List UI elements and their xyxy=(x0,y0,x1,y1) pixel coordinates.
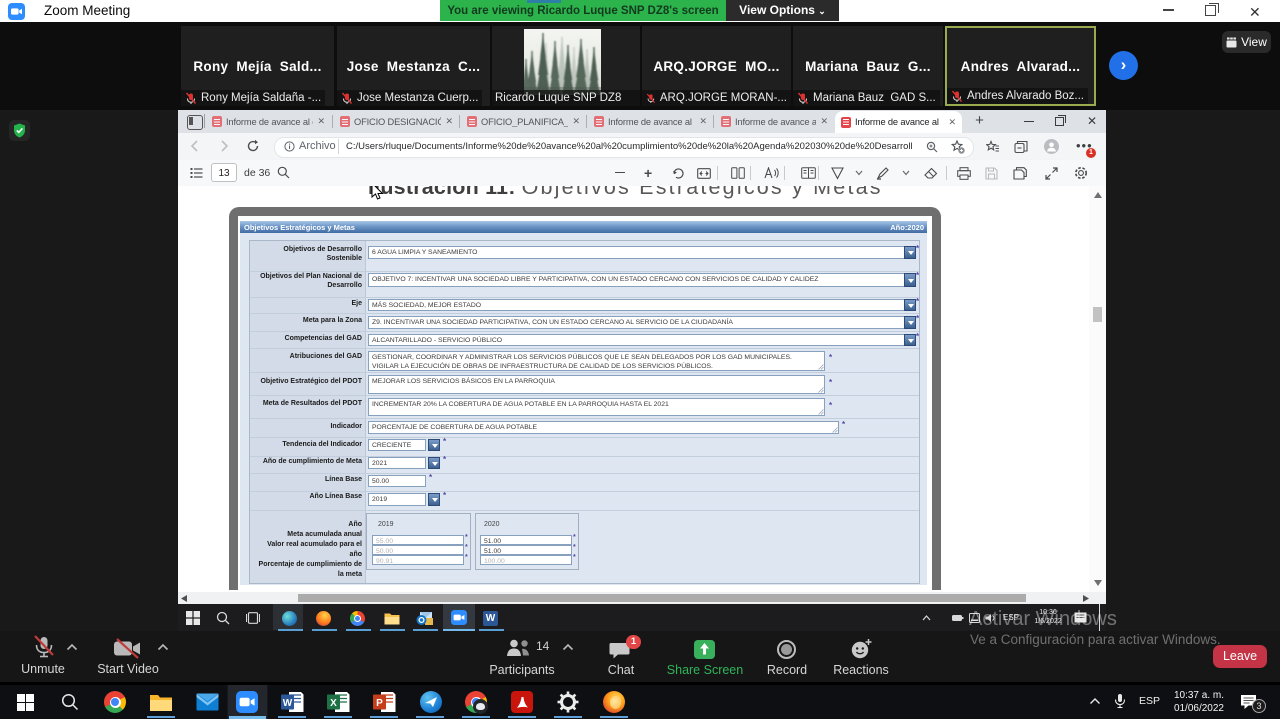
svg-text:W: W xyxy=(283,698,293,709)
svg-text:X: X xyxy=(330,698,337,709)
svg-text:P: P xyxy=(376,698,383,709)
